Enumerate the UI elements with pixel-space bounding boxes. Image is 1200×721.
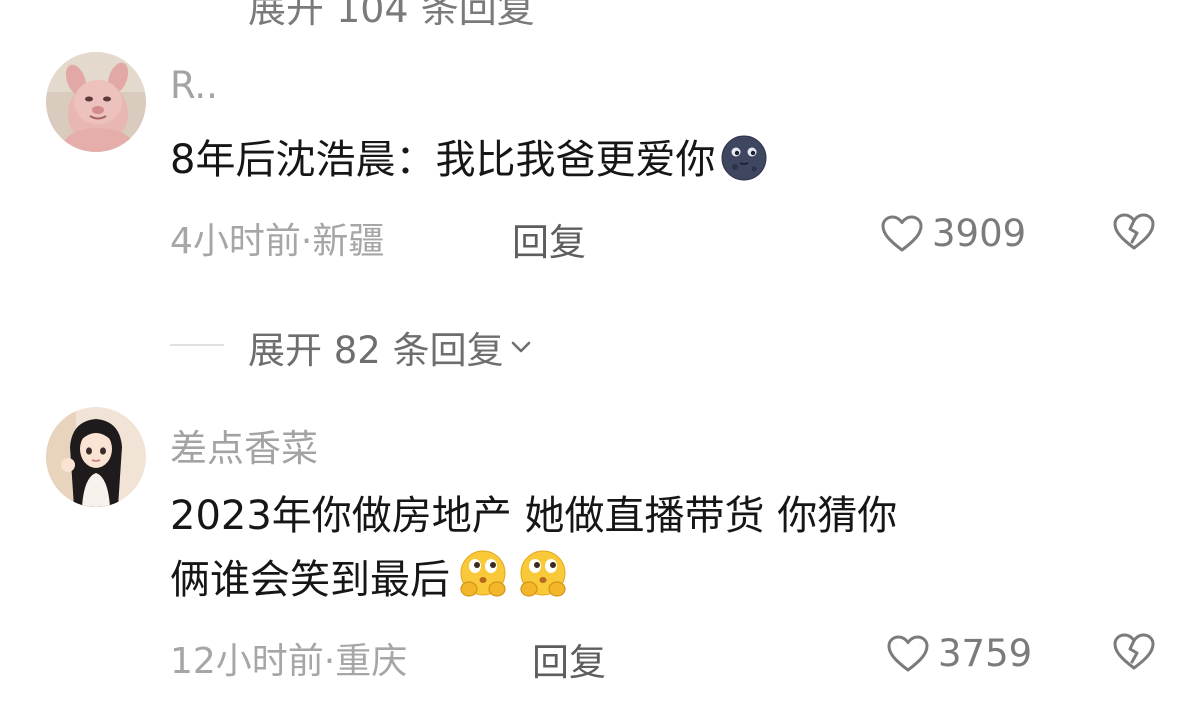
reply-button[interactable]: 回复 [532, 632, 606, 686]
expand-replies-button[interactable]: 展开 82 条回复 [248, 320, 534, 374]
dislike-button[interactable] [1112, 212, 1156, 252]
comment-text-line: 8年后沈浩晨：我比我爸更爱你 [170, 137, 716, 183]
dislike-button[interactable] [1112, 632, 1156, 672]
comment-text: 8年后沈浩晨：我比我爸更爱你 [170, 128, 767, 200]
like-count: 3909 [932, 212, 1027, 255]
comment-username[interactable]: R.. [170, 64, 218, 107]
avatar-hairless-cat-image [46, 52, 146, 152]
heart-outline-icon [887, 635, 929, 671]
comment-text-line: 俩谁会笑到最后 [170, 557, 450, 603]
comment-meta: 4小时前·新疆 [170, 221, 385, 262]
reply-button[interactable]: 回复 [512, 212, 586, 266]
like-button[interactable]: 3909 [880, 212, 1026, 255]
comment-text: 2023年你做房地产 她做直播带货 你猜你 俩谁会笑到最后 [170, 484, 897, 620]
like-count: 3759 [938, 632, 1033, 675]
chevron-down-icon [511, 341, 530, 353]
comment-text-line: 2023年你做房地产 她做直播带货 你猜你 [170, 493, 898, 539]
top-expand-replies-button[interactable]: 展开 104 条回复 [248, 0, 535, 33]
heart-outline-icon [881, 215, 923, 251]
avatar[interactable] [46, 52, 146, 152]
comment-meta: 12小时前·重庆 [170, 641, 408, 682]
new-moon-face-icon [721, 135, 767, 200]
broken-heart-icon [1113, 633, 1155, 670]
expand-replies-label: 展开 82 条回复 [248, 329, 504, 372]
thinking-face-icon [516, 549, 570, 620]
avatar[interactable] [46, 407, 146, 507]
expand-divider [170, 344, 224, 346]
broken-heart-icon [1113, 213, 1155, 250]
thinking-face-icon [456, 549, 510, 620]
comment-text-line-2: 俩谁会笑到最后 [170, 548, 897, 620]
top-expand-replies-label: 展开 104 条回复 [248, 0, 535, 31]
comment-username[interactable]: 差点香菜 [170, 418, 318, 472]
avatar-anime-girl-image [46, 407, 146, 507]
like-button[interactable]: 3759 [886, 632, 1032, 675]
